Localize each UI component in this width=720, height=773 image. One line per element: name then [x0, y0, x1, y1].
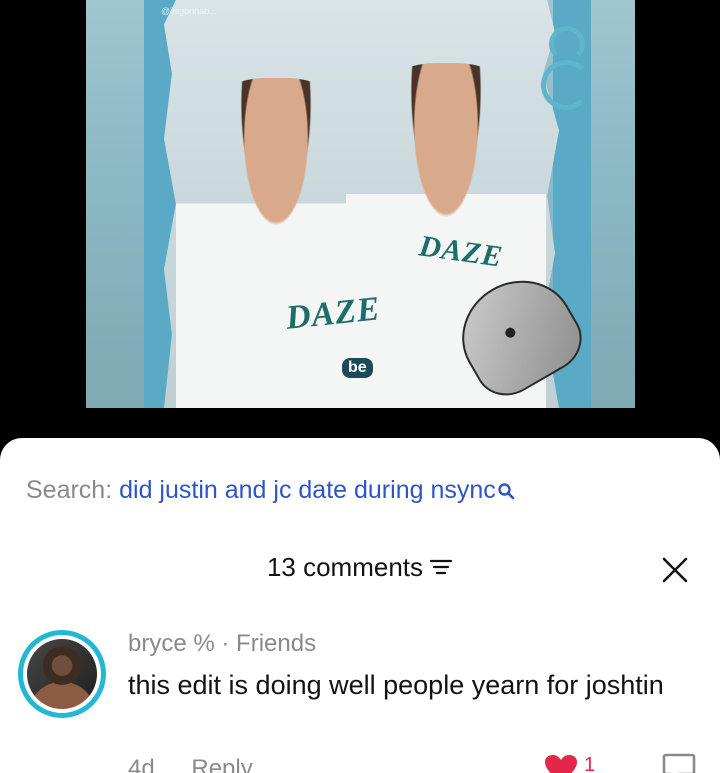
comment-text: this edit is doing well people yearn for… [128, 670, 664, 700]
video-frame[interactable]: DAZE DAZE be @itsgonnab... [86, 0, 635, 408]
comments-sheet: Search: did justin and jc date during ns… [0, 438, 720, 773]
search-suggestion[interactable]: Search: did justin and jc date during ns… [26, 476, 515, 507]
watermark: @itsgonnab... [161, 6, 217, 16]
avatar [27, 639, 97, 709]
swirl-decoration [541, 60, 591, 110]
comment-item: bryce % · Friends this edit is doing wel… [18, 630, 708, 773]
comment-author[interactable]: bryce % [128, 630, 215, 657]
jersey-badge: be [342, 358, 373, 378]
avatar-story-ring[interactable] [18, 630, 106, 718]
like-count: 1 [584, 754, 596, 773]
close-icon[interactable] [660, 555, 690, 585]
comment-meta: bryce % · Friends [128, 630, 316, 658]
sort-filter-icon[interactable] [429, 552, 453, 583]
search-query-link[interactable]: did justin and jc date during nsync [119, 476, 496, 504]
comment-relationship: Friends [236, 630, 317, 657]
search-prefix: Search: [26, 476, 113, 504]
like-button[interactable]: 1 [544, 754, 595, 773]
reply-button[interactable]: Reply [191, 755, 252, 773]
comment-age: 4d [128, 755, 155, 773]
reply-bubble-icon[interactable] [662, 752, 696, 773]
heart-icon[interactable] [544, 754, 578, 773]
search-icon[interactable] [497, 478, 515, 507]
comments-count-header: 13 comments [0, 552, 720, 583]
comments-count-label: 13 comments [266, 552, 424, 582]
meta-separator: · [221, 630, 230, 657]
swirl-decoration [549, 26, 585, 62]
comment-actions: 4d Reply [128, 755, 253, 773]
